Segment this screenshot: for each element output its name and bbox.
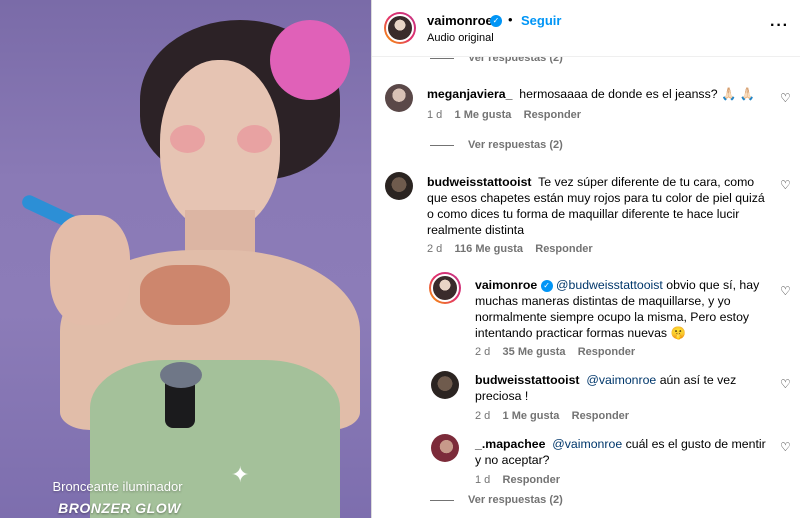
comment-username[interactable]: meganjaviera_ [427, 87, 512, 101]
verified-icon: ✓ [490, 15, 502, 27]
comment-avatar[interactable] [385, 84, 413, 112]
comment-meta: 1 d 1 Me gusta Responder [427, 109, 581, 121]
reply-button[interactable]: Responder [535, 243, 592, 255]
reply-avatar[interactable] [429, 272, 461, 304]
reply-username[interactable]: budweisstattooist [475, 373, 580, 387]
reply-text: _.mapachee @vaimonroe cuál es el gusto d… [475, 437, 766, 467]
corset-top-shape [90, 360, 340, 518]
bronzer-swatch-shape [140, 265, 230, 325]
reply-time[interactable]: 2 d [475, 346, 490, 358]
hand-shape [50, 215, 130, 325]
reply-time[interactable]: 2 d [475, 410, 490, 422]
comment-text: meganjaviera_ hermosaaaa de donde es el … [427, 87, 756, 101]
reply-button[interactable]: Responder [503, 474, 560, 486]
view-replies-button[interactable]: Ver respuestas (2) [430, 139, 563, 151]
instagram-post-view: ✦ Bronceante iluminador BRONZER GLOW vai… [0, 0, 800, 518]
mention-link[interactable]: @vaimonroe [586, 373, 656, 387]
blush-left-shape [170, 125, 205, 153]
like-heart-icon[interactable]: ♡ [780, 377, 792, 391]
follow-button[interactable]: Seguir [521, 13, 561, 28]
reply-likes[interactable]: 1 Me gusta [503, 410, 560, 422]
view-replies-button[interactable]: Ver respuestas (2) [430, 494, 563, 506]
reply-time[interactable]: 1 d [475, 474, 490, 486]
reply-text: vaimonroe ✓ @budweisstattooist obvio que… [475, 278, 760, 340]
reply-avatar[interactable] [431, 371, 459, 399]
reply-meta: 2 d 35 Me gusta Responder [475, 346, 635, 358]
like-heart-icon[interactable]: ♡ [780, 284, 792, 298]
reply-button[interactable]: Responder [578, 346, 635, 358]
comment-username[interactable]: budweisstattooist [427, 175, 532, 189]
like-heart-icon[interactable]: ♡ [780, 178, 792, 192]
author-avatar[interactable] [384, 12, 416, 44]
mention-link[interactable]: @vaimonroe [552, 437, 622, 451]
comment-likes[interactable]: 1 Me gusta [455, 109, 512, 121]
reply-likes[interactable]: 35 Me gusta [503, 346, 566, 358]
reply-button[interactable]: Responder [572, 410, 629, 422]
like-heart-icon[interactable]: ♡ [780, 440, 792, 454]
audio-label[interactable]: Audio original [427, 32, 494, 44]
like-heart-icon[interactable]: ♡ [780, 91, 792, 105]
overlay-title: BRONZER GLOW [58, 500, 181, 516]
reply-avatar[interactable] [431, 434, 459, 462]
reply-button[interactable]: Responder [524, 109, 581, 121]
author-username[interactable]: vaimonroe [427, 13, 493, 28]
comments-panel: vaimonroe ✓ • Seguir Audio original ··· … [371, 0, 800, 518]
hair-bun-shape [270, 20, 350, 100]
overlay-subtitle: Bronceante iluminador [52, 479, 183, 494]
reply-meta: 2 d 1 Me gusta Responder [475, 410, 629, 422]
comment-avatar[interactable] [385, 172, 413, 200]
comment-time[interactable]: 2 d [427, 243, 442, 255]
blush-right-shape [237, 125, 272, 153]
reply-username[interactable]: vaimonroe [475, 278, 537, 292]
post-video[interactable]: ✦ Bronceante iluminador BRONZER GLOW [0, 0, 371, 518]
comment-text: budweisstattooist Te vez súper diferente… [427, 175, 765, 237]
comment-likes[interactable]: 116 Me gusta [455, 243, 523, 255]
comment-time[interactable]: 1 d [427, 109, 442, 121]
more-options-icon[interactable]: ··· [770, 17, 789, 35]
header-separator: • [508, 12, 513, 27]
mic-fur-shape [160, 362, 202, 388]
post-header: vaimonroe ✓ • Seguir Audio original ··· [372, 0, 800, 57]
reply-text: budweisstattooist @vaimonroe aún así te … [475, 373, 737, 403]
comment-meta: 2 d 116 Me gusta Responder [427, 243, 593, 255]
reply-username[interactable]: _.mapachee [475, 437, 545, 451]
reply-meta: 1 d Responder [475, 474, 560, 486]
mention-link[interactable]: @budweisstattooist [556, 278, 663, 292]
verified-icon: ✓ [540, 279, 553, 292]
